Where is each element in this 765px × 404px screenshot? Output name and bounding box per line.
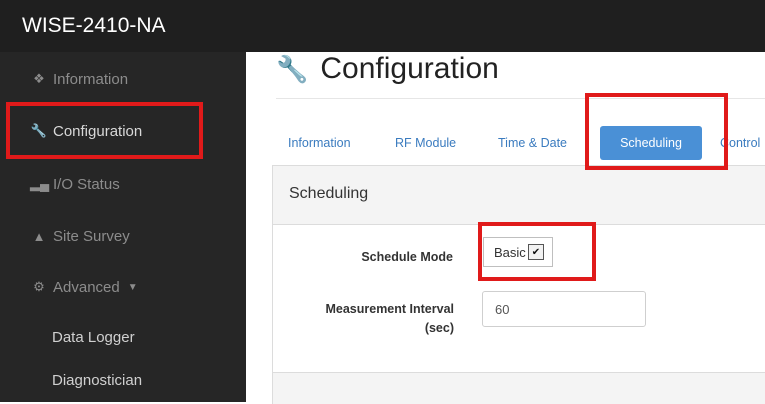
tab-information[interactable]: Information xyxy=(288,126,351,160)
top-navbar: WISE-2410-NA xyxy=(0,0,765,52)
measurement-interval-input[interactable] xyxy=(482,291,646,327)
caret-down-icon: ▼ xyxy=(127,281,138,293)
scheduling-panel: Scheduling xyxy=(272,165,765,404)
panel-title: Scheduling xyxy=(289,185,369,202)
device-title: WISE-2410-NA xyxy=(22,14,166,37)
page-title: 🔧 Configuration xyxy=(276,52,499,86)
sidebar-item-site-survey[interactable]: ▲ Site Survey xyxy=(30,221,130,251)
tab-label: Information xyxy=(288,136,351,150)
highlight-box-schedule-mode xyxy=(478,222,596,281)
panel-footer xyxy=(273,372,765,404)
tab-label: Time & Date xyxy=(498,136,568,150)
panel-header: Scheduling xyxy=(273,166,765,225)
sidebar-item-label: Information xyxy=(53,70,129,88)
highlight-box-configuration xyxy=(6,102,203,159)
bar-chart-icon: ▂▄ xyxy=(30,176,50,191)
sidebar-subitem-label: Diagnostician xyxy=(52,371,143,389)
sidebar-item-label: I/O Status xyxy=(53,175,120,193)
wrench-icon: 🔧 xyxy=(276,53,309,84)
sidebar-item-label: Advanced xyxy=(53,278,120,296)
page-title-text: Configuration xyxy=(320,52,499,85)
sidebar-item-label: Site Survey xyxy=(53,227,130,245)
sidebar-subitem-label: Data Logger xyxy=(52,328,135,346)
measurement-interval-label-line1: Measurement Interval xyxy=(325,302,454,316)
sidebar-item-information[interactable]: ❖ Information xyxy=(30,64,128,94)
cogs-icon: ⚙ xyxy=(33,279,45,294)
sidebar-item-io-status[interactable]: ▂▄ I/O Status xyxy=(30,169,120,199)
sidebar-subitem-diagnostician[interactable]: Diagnostician xyxy=(52,366,142,394)
tab-label: RF Module xyxy=(395,136,457,150)
tab-time-date[interactable]: Time & Date xyxy=(498,126,567,160)
sitemap-icon: ▲ xyxy=(32,228,46,244)
measurement-interval-label: Measurement Interval (sec) xyxy=(286,300,454,338)
highlight-box-scheduling-tab xyxy=(585,93,728,170)
sidebar-subitem-data-logger[interactable]: Data Logger xyxy=(52,323,135,351)
info-circle-icon: ❖ xyxy=(33,71,45,86)
schedule-mode-label: Schedule Mode xyxy=(361,250,453,264)
measurement-interval-label-line2: (sec) xyxy=(424,321,454,335)
sidebar-item-advanced[interactable]: ⚙ Advanced ▼ xyxy=(30,272,138,302)
tab-rf-module[interactable]: RF Module xyxy=(395,126,456,160)
